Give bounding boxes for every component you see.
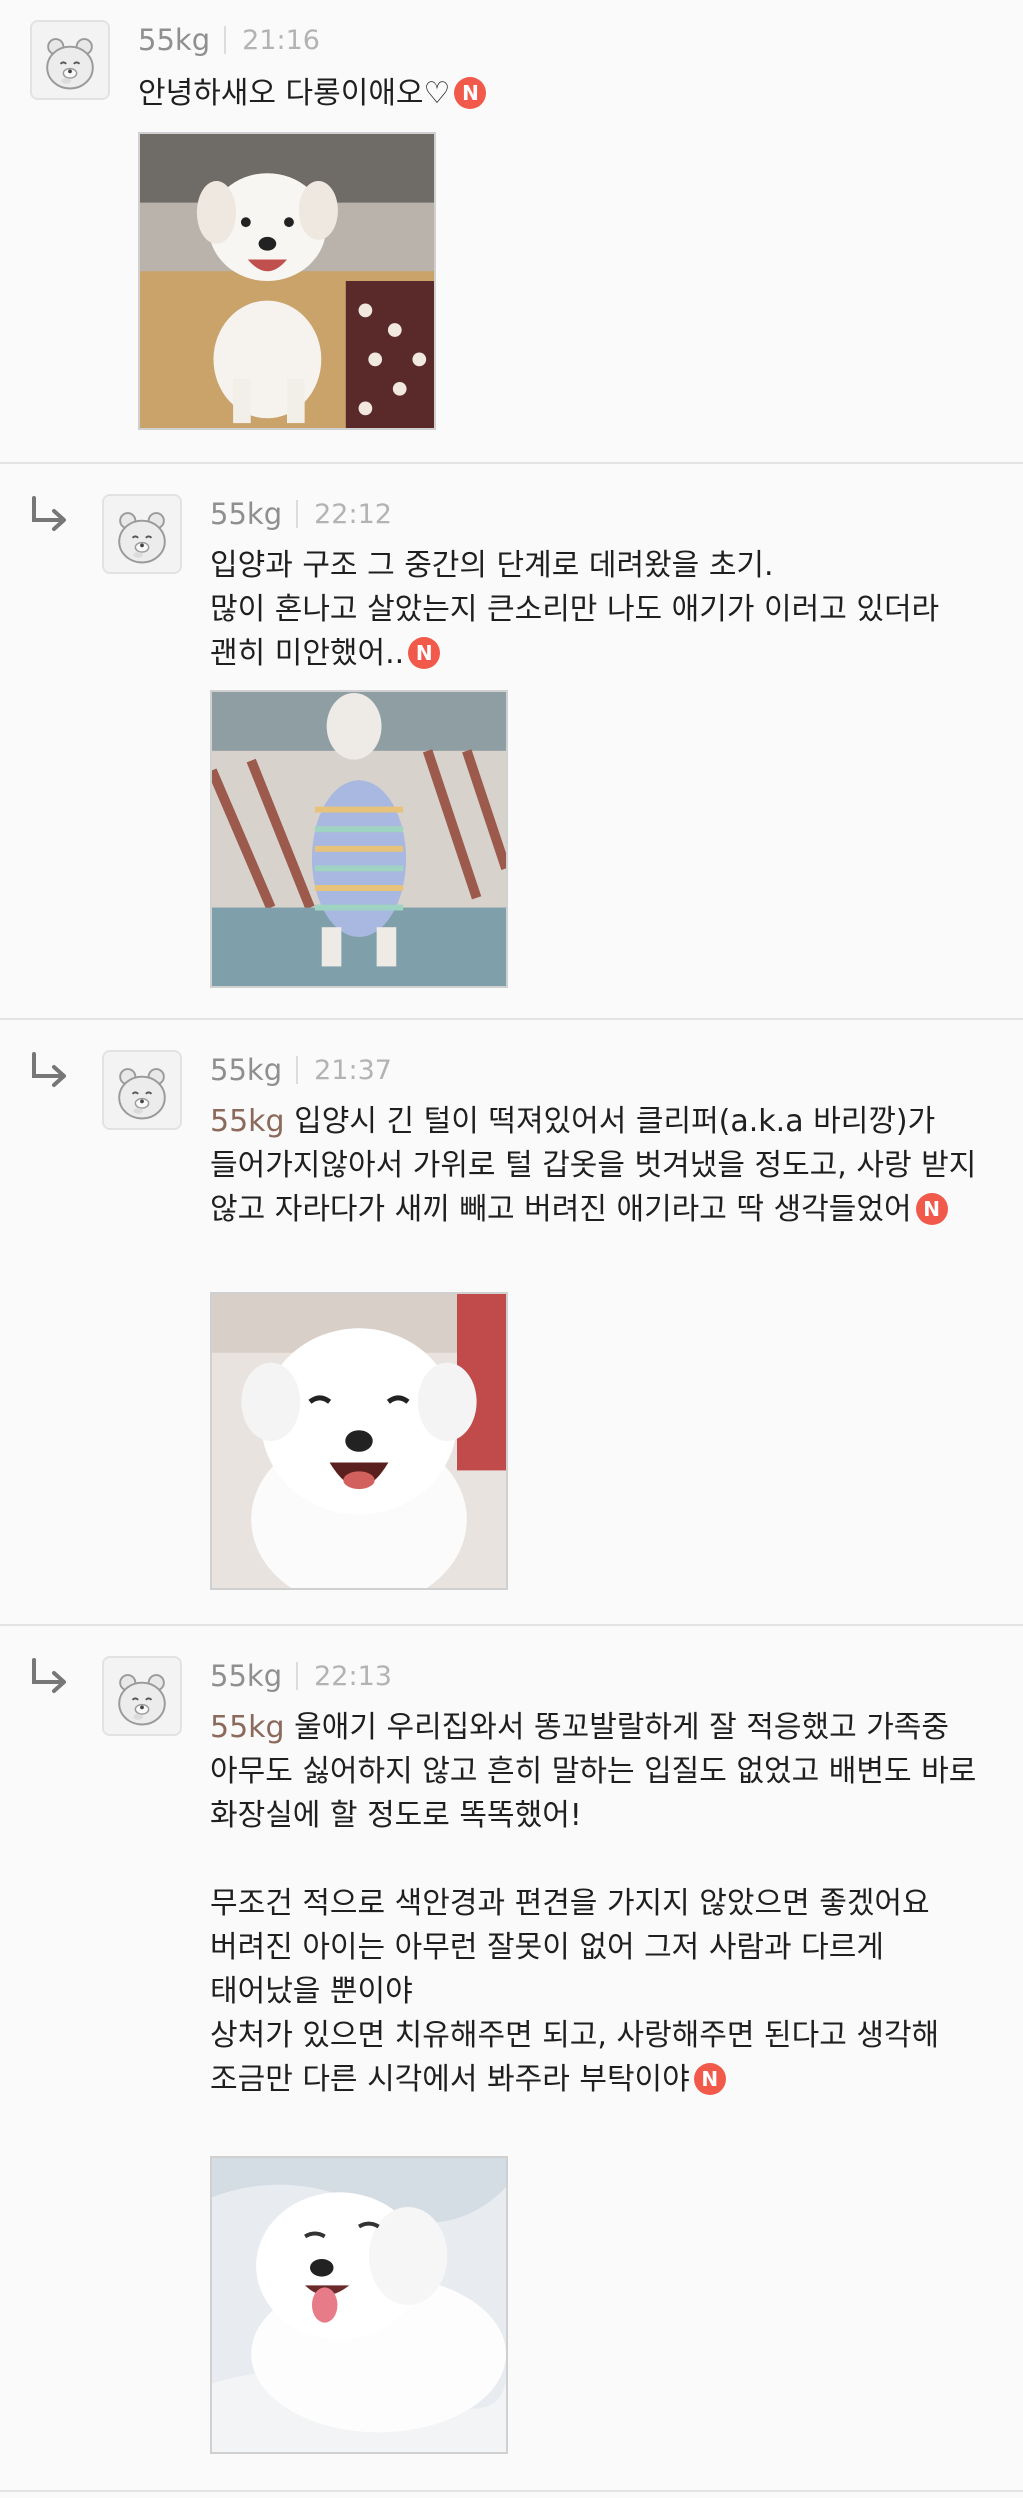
meta-divider — [296, 500, 299, 528]
comment-body: 55kg 울애기 우리집와서 똥꼬발랄하게 잘 적응했고 가족중 아무도 싫어하… — [210, 1706, 990, 2102]
author-name[interactable]: 55kg — [210, 497, 282, 531]
new-badge: N — [915, 1193, 948, 1225]
avatar[interactable] — [102, 1656, 182, 1736]
new-badge: N — [693, 2063, 726, 2095]
comment-meta: 55kg 21:16 — [138, 20, 320, 60]
comment-body: 안녕하새오 다롱이애오♡ N — [138, 72, 988, 116]
reply-arrow-icon — [28, 1656, 72, 1700]
comment-photo[interactable] — [210, 1292, 508, 1590]
reply-arrow-icon — [28, 1050, 72, 1094]
comment-text: 안녕하새오 다롱이애오♡ — [138, 76, 451, 111]
comment-meta: 55kg 22:13 — [210, 1656, 392, 1696]
comment-item: 55kg 21:16 안녕하새오 다롱이애오♡ N — [0, 0, 1023, 464]
avatar[interactable] — [102, 1050, 182, 1130]
meta-divider — [224, 26, 227, 54]
comment-body: 입양과 구조 그 중간의 단계로 데려왔을 초기. 많이 혼나고 살았는지 큰소… — [210, 544, 990, 676]
author-name[interactable]: 55kg — [210, 1053, 282, 1087]
comment-time: 21:37 — [314, 1054, 392, 1086]
comment-item: 55kg 22:13 55kg 울애기 우리집와서 똥꼬발랄하게 잘 적응했고 … — [0, 1626, 1023, 2492]
dog-photo-smiling-closeup — [212, 1294, 506, 1588]
dog-photo-standing-in-sweater — [212, 692, 506, 986]
mention-link[interactable]: 55kg — [210, 1104, 285, 1139]
avatar[interactable] — [30, 20, 110, 100]
comment-photo[interactable] — [210, 2156, 508, 2454]
comment-meta: 55kg 21:37 — [210, 1050, 392, 1090]
meta-divider — [296, 1662, 299, 1690]
dog-photo-lying-tongue-out — [212, 2158, 506, 2452]
author-name[interactable]: 55kg — [138, 23, 210, 57]
reply-arrow-icon — [28, 494, 72, 538]
comment-photo[interactable] — [138, 132, 436, 430]
comment-body: 55kg 입양시 긴 털이 떡져있어서 클리퍼(a.k.a 바리깡)가 들어가지… — [210, 1100, 990, 1232]
new-badge: N — [454, 77, 487, 109]
mention-link[interactable]: 55kg — [210, 1710, 285, 1745]
bear-avatar-icon — [104, 496, 180, 572]
comment-meta: 55kg 22:12 — [210, 494, 392, 534]
bear-avatar-icon — [104, 1658, 180, 1734]
bear-avatar-icon — [104, 1052, 180, 1128]
comment-text: 입양과 구조 그 중간의 단계로 데려왔을 초기. 많이 혼나고 살았는지 큰소… — [210, 548, 940, 671]
comment-time: 22:13 — [314, 1660, 392, 1692]
comment-text: 입양시 긴 털이 떡져있어서 클리퍼(a.k.a 바리깡)가 들어가지않아서 가… — [210, 1104, 986, 1227]
author-name[interactable]: 55kg — [210, 1659, 282, 1693]
comment-item: 55kg 21:37 55kg 입양시 긴 털이 떡져있어서 클리퍼(a.k.a… — [0, 1020, 1023, 1626]
bear-avatar-icon — [32, 22, 108, 98]
comment-time: 21:16 — [242, 24, 320, 56]
comment-item: 55kg 22:12 입양과 구조 그 중간의 단계로 데려왔을 초기. 많이 … — [0, 464, 1023, 1020]
comment-time: 22:12 — [314, 498, 392, 530]
new-badge: N — [408, 637, 441, 669]
dog-photo-sitting-on-bed — [140, 134, 434, 428]
avatar[interactable] — [102, 494, 182, 574]
comment-photo[interactable] — [210, 690, 508, 988]
comment-text: 울애기 우리집와서 똥꼬발랄하게 잘 적응했고 가족중 아무도 싫어하지 않고 … — [210, 1710, 977, 2097]
meta-divider — [296, 1056, 299, 1084]
